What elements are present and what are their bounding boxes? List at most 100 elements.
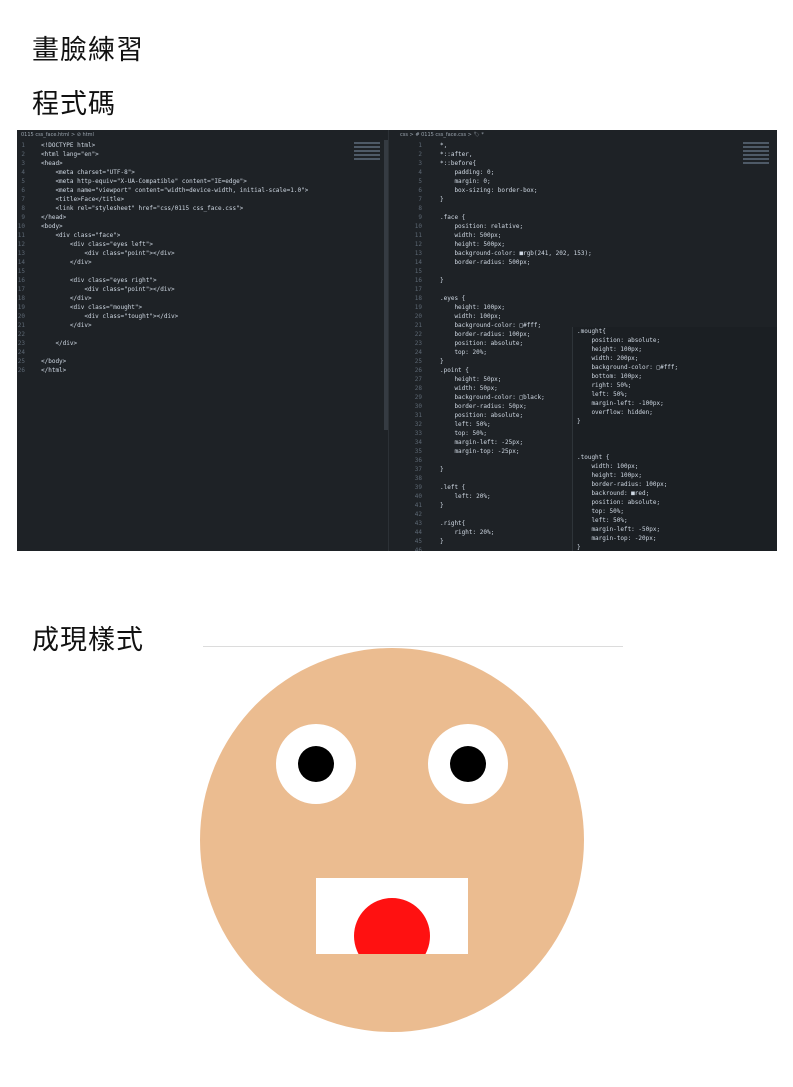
overlay-code-line: border-radius: 100px; [577, 481, 668, 488]
code-heading: 程式碼 [32, 89, 116, 120]
line-number: 19 [17, 304, 25, 311]
code-line: 3 *::before{ [396, 159, 777, 168]
code-line: 26 </html> [17, 366, 388, 375]
line-text: <div class="eyes left"> [41, 241, 153, 248]
line-text: background-color: □black; [440, 394, 545, 401]
line-text: width: 500px; [440, 232, 502, 239]
line-number: 42 [414, 511, 422, 518]
line-number: 35 [414, 448, 422, 455]
line-text: border-radius: 500px; [440, 259, 531, 266]
line-text: position: relative; [440, 223, 524, 230]
line-number: 13 [17, 250, 25, 257]
line-text: <body> [41, 223, 63, 230]
line-number: 25 [17, 358, 25, 365]
overlay-code-line: background-color: □#fff; [577, 364, 679, 371]
line-text: background-color: □#fff; [440, 322, 542, 329]
overlay-code-line: } [577, 544, 581, 551]
code-line: 1 *, [396, 141, 777, 150]
line-text [426, 285, 440, 294]
line-number: 34 [414, 439, 422, 446]
line-text: } [440, 466, 444, 473]
overlay-code-line: backround: ■red; [577, 490, 650, 497]
overlay-code-line [577, 435, 777, 444]
divider [203, 646, 623, 647]
line-text: box-sizing: border-box; [440, 187, 538, 194]
line-number: 12 [17, 241, 25, 248]
result-heading: 成現樣式 [32, 625, 144, 656]
overlay-code-line: left: 50%; [577, 517, 628, 524]
line-number: 25 [414, 358, 422, 365]
line-text: height: 500px; [440, 241, 506, 248]
line-number: 9 [418, 214, 422, 221]
html-breadcrumb: 0115 css_face.html > ⊘ html [21, 132, 94, 138]
html-minimap [354, 140, 380, 180]
line-text: margin: 0; [440, 178, 491, 185]
code-line: 10 <body> [17, 222, 388, 231]
line-number: 3 [21, 160, 25, 167]
line-number: 9 [21, 214, 25, 221]
line-text: height: 50px; [440, 376, 502, 383]
line-text: *, [440, 142, 448, 149]
overlay-code-line: .tought { [577, 454, 610, 461]
line-text [29, 348, 41, 357]
line-number: 16 [414, 277, 422, 284]
line-text: <head> [41, 160, 63, 167]
code-line: 12 height: 500px; [396, 240, 777, 249]
line-text: <div class="tought"></div> [41, 313, 179, 320]
line-text: </head> [41, 214, 67, 221]
code-line: 8 [396, 204, 777, 213]
line-number: 46 [414, 547, 422, 551]
line-number: 11 [17, 232, 25, 239]
line-number: 1 [418, 142, 422, 149]
line-number: 3 [418, 160, 422, 167]
line-number: 11 [414, 232, 422, 239]
line-text: <div class="face"> [41, 232, 121, 239]
line-text: right: 20%; [440, 529, 495, 536]
line-text [29, 267, 41, 276]
line-number: 8 [418, 205, 422, 212]
overlay-code-line: } [577, 418, 581, 425]
page-title: 畫臉練習 [32, 35, 144, 66]
overlay-code-line: left: 50%; [577, 391, 628, 398]
line-number: 4 [21, 169, 25, 176]
code-line: 5 <meta http-equiv="X-UA-Compatible" con… [17, 177, 388, 186]
line-text: margin-top: -25px; [440, 448, 520, 455]
overlay-code-line: height: 100px; [577, 472, 643, 479]
line-number: 5 [21, 178, 25, 185]
line-text: top: 50%; [440, 430, 487, 437]
line-number: 7 [418, 196, 422, 203]
line-number: 12 [414, 241, 422, 248]
line-text: <html lang="en"> [41, 151, 99, 158]
code-line: 16 <div class="eyes right"> [17, 276, 388, 285]
left-eye [276, 724, 356, 804]
line-text: top: 20%; [440, 349, 487, 356]
line-number: 28 [414, 385, 422, 392]
line-number: 7 [21, 196, 25, 203]
line-text: width: 50px; [440, 385, 498, 392]
line-number: 8 [21, 205, 25, 212]
tongue [354, 898, 430, 954]
line-text: <!DOCTYPE html> [41, 142, 96, 149]
line-text: </body> [41, 358, 67, 365]
line-text: <div class="mought"> [41, 304, 143, 311]
line-text: <meta name="viewport" content="width=dev… [41, 187, 309, 194]
code-line: 6 <meta name="viewport" content="width=d… [17, 186, 388, 195]
overlay-code-line: position: absolute; [577, 337, 661, 344]
line-text: <div class="eyes right"> [41, 277, 157, 284]
line-text: .left { [440, 484, 466, 491]
line-text: height: 100px; [440, 304, 506, 311]
code-line: 4 padding: 0; [396, 168, 777, 177]
line-number: 22 [17, 331, 25, 338]
line-text: border-radius: 100px; [440, 331, 531, 338]
line-number: 40 [414, 493, 422, 500]
line-text: background-color: ■rgb(241, 202, 153); [440, 250, 592, 257]
line-text: left: 50%; [440, 421, 491, 428]
overlay-code-line: width: 200px; [577, 355, 639, 362]
code-line: 7 <title>Face</title> [17, 195, 388, 204]
overlay-code-line: overflow: hidden; [577, 409, 653, 416]
line-text: </div> [41, 340, 78, 347]
line-text: width: 100px; [440, 313, 502, 320]
line-text: position: absolute; [440, 340, 524, 347]
line-number: 4 [418, 169, 422, 176]
line-number: 14 [17, 259, 25, 266]
